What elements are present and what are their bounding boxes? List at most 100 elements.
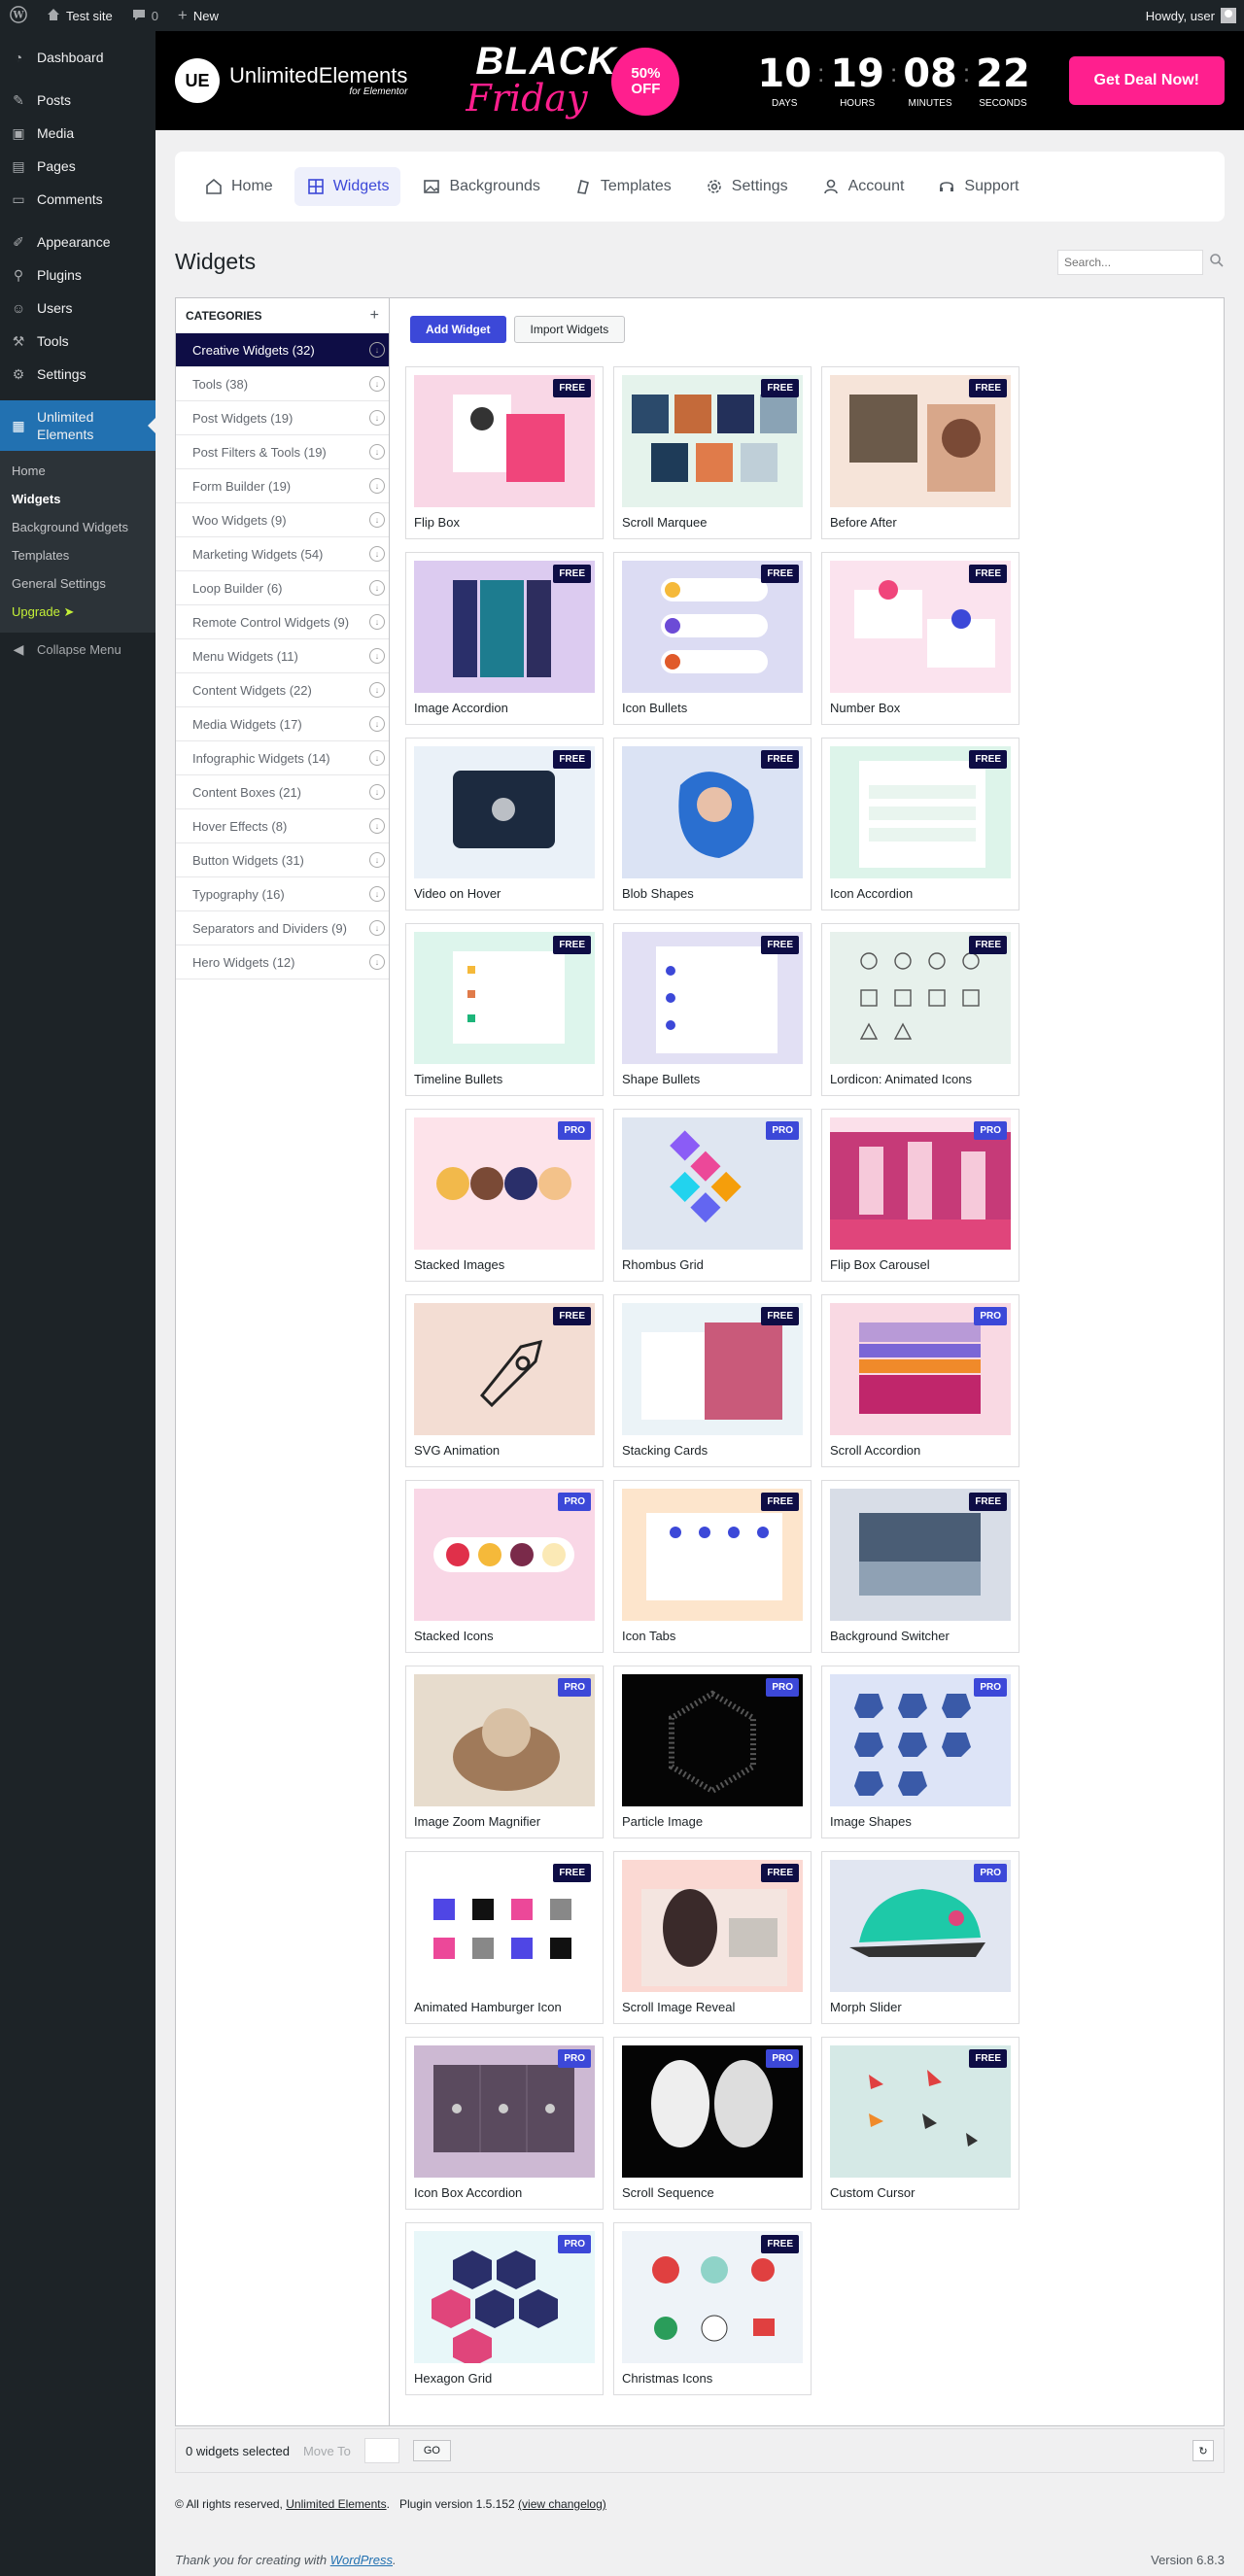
download-icon[interactable]: ↓ <box>369 376 385 392</box>
menu-users[interactable]: ☺ Users <box>0 292 156 325</box>
download-icon[interactable]: ↓ <box>369 954 385 970</box>
category-item[interactable]: Tools (38) ↓ <box>176 367 389 401</box>
category-item[interactable]: Menu Widgets (11) ↓ <box>176 639 389 673</box>
widget-card[interactable]: FREE Number Box <box>821 552 1019 725</box>
download-icon[interactable]: ↓ <box>369 512 385 528</box>
download-icon[interactable]: ↓ <box>369 410 385 426</box>
category-item[interactable]: Remote Control Widgets (9) ↓ <box>176 605 389 639</box>
nav-support[interactable]: Support <box>925 167 1030 206</box>
search-input[interactable] <box>1057 249 1203 275</box>
download-icon[interactable]: ↓ <box>369 818 385 834</box>
submenu-upgrade[interactable]: Upgrade ➤ <box>0 598 156 627</box>
widget-card[interactable]: PRO Scroll Accordion <box>821 1294 1019 1467</box>
category-item[interactable]: Infographic Widgets (14) ↓ <box>176 741 389 775</box>
menu-unlimited-elements[interactable]: ▦ Unlimited Elements <box>0 400 156 451</box>
import-widgets-button[interactable]: Import Widgets <box>513 316 626 343</box>
submenu-templates[interactable]: Templates <box>0 541 156 569</box>
widget-card[interactable]: PRO Particle Image <box>613 1666 812 1838</box>
widget-card[interactable]: PRO Morph Slider <box>821 1851 1019 2024</box>
download-icon[interactable]: ↓ <box>369 614 385 630</box>
category-item[interactable]: Content Boxes (21) ↓ <box>176 775 389 809</box>
download-icon[interactable]: ↓ <box>369 580 385 596</box>
category-item[interactable]: Marketing Widgets (54) ↓ <box>176 537 389 571</box>
widget-card[interactable]: PRO Image Zoom Magnifier <box>405 1666 604 1838</box>
widget-card[interactable]: PRO Stacked Icons <box>405 1480 604 1653</box>
download-icon[interactable]: ↓ <box>369 682 385 698</box>
widget-card[interactable]: PRO Hexagon Grid <box>405 2222 604 2395</box>
category-item[interactable]: Form Builder (19) ↓ <box>176 469 389 503</box>
menu-comments[interactable]: ▭ Comments <box>0 183 156 216</box>
download-icon[interactable]: ↓ <box>369 784 385 800</box>
widget-card[interactable]: FREE Background Switcher <box>821 1480 1019 1653</box>
nav-home[interactable]: Home <box>192 167 285 206</box>
my-account-menu[interactable]: Howdy, user <box>1136 0 1244 31</box>
collapse-menu-button[interactable]: ◀ Collapse Menu <box>0 633 156 666</box>
widget-card[interactable]: PRO Flip Box Carousel <box>821 1109 1019 1282</box>
menu-dashboard[interactable]: ◔ Dashboard <box>0 41 156 74</box>
nav-widgets[interactable]: Widgets <box>294 167 401 206</box>
download-icon[interactable]: ↓ <box>369 852 385 868</box>
refresh-icon[interactable]: ↻ <box>1192 2440 1214 2461</box>
nav-templates[interactable]: Templates <box>562 167 683 206</box>
download-icon[interactable]: ↓ <box>369 886 385 902</box>
add-category-icon[interactable]: + <box>370 307 379 325</box>
category-item[interactable]: Separators and Dividers (9) ↓ <box>176 911 389 945</box>
download-icon[interactable]: ↓ <box>369 546 385 562</box>
widget-card[interactable]: FREE Custom Cursor <box>821 2037 1019 2210</box>
download-icon[interactable]: ↓ <box>369 716 385 732</box>
site-name-menu[interactable]: Test site <box>37 0 122 31</box>
widget-card[interactable]: FREE Christmas Icons <box>613 2222 812 2395</box>
move-to-select[interactable] <box>363 2438 399 2463</box>
add-widget-button[interactable]: Add Widget <box>410 316 506 343</box>
submenu-background-widgets[interactable]: Background Widgets <box>0 513 156 541</box>
category-item[interactable]: Post Filters & Tools (19) ↓ <box>176 435 389 469</box>
widget-card[interactable]: FREE Video on Hover <box>405 738 604 910</box>
widget-card[interactable]: FREE Animated Hamburger Icon <box>405 1851 604 2024</box>
category-item[interactable]: Hover Effects (8) ↓ <box>176 809 389 843</box>
download-icon[interactable]: ↓ <box>369 920 385 936</box>
category-item[interactable]: Woo Widgets (9) ↓ <box>176 503 389 537</box>
download-icon[interactable]: ↓ <box>369 342 385 358</box>
widget-card[interactable]: FREE Scroll Marquee <box>613 366 812 539</box>
menu-tools[interactable]: ⚒ Tools <box>0 325 156 358</box>
search-icon[interactable] <box>1209 253 1225 271</box>
widget-card[interactable]: FREE Flip Box <box>405 366 604 539</box>
go-button[interactable]: GO <box>412 2440 451 2461</box>
widget-card[interactable]: FREE Stacking Cards <box>613 1294 812 1467</box>
widget-card[interactable]: FREE Icon Bullets <box>613 552 812 725</box>
widget-card[interactable]: FREE Scroll Image Reveal <box>613 1851 812 2024</box>
nav-settings[interactable]: Settings <box>693 167 800 206</box>
category-item[interactable]: Media Widgets (17) ↓ <box>176 707 389 741</box>
nav-account[interactable]: Account <box>810 167 916 206</box>
comments-menu[interactable]: 0 <box>122 0 168 31</box>
widget-card[interactable]: PRO Rhombus Grid <box>613 1109 812 1282</box>
category-item[interactable]: Creative Widgets (32) ↓ <box>176 333 389 367</box>
widget-card[interactable]: FREE Icon Accordion <box>821 738 1019 910</box>
download-icon[interactable]: ↓ <box>369 444 385 460</box>
get-deal-button[interactable]: Get Deal Now! <box>1068 56 1225 105</box>
company-link[interactable]: Unlimited Elements <box>286 2497 386 2511</box>
widget-card[interactable]: PRO Image Shapes <box>821 1666 1019 1838</box>
widget-card[interactable]: FREE Icon Tabs <box>613 1480 812 1653</box>
submenu-general-settings[interactable]: General Settings <box>0 569 156 598</box>
widget-card[interactable]: PRO Scroll Sequence <box>613 2037 812 2210</box>
widget-card[interactable]: FREE Lordicon: Animated Icons <box>821 923 1019 1096</box>
widget-card[interactable]: FREE Timeline Bullets <box>405 923 604 1096</box>
category-item[interactable]: Typography (16) ↓ <box>176 877 389 911</box>
menu-posts[interactable]: ✎ Posts <box>0 84 156 117</box>
changelog-link[interactable]: (view changelog) <box>518 2497 606 2511</box>
nav-backgrounds[interactable]: Backgrounds <box>410 167 551 206</box>
submenu-home[interactable]: Home <box>0 457 156 485</box>
widget-card[interactable]: FREE Shape Bullets <box>613 923 812 1096</box>
category-item[interactable]: Post Widgets (19) ↓ <box>176 401 389 435</box>
category-item[interactable]: Loop Builder (6) ↓ <box>176 571 389 605</box>
widget-card[interactable]: FREE Image Accordion <box>405 552 604 725</box>
widget-card[interactable]: FREE Blob Shapes <box>613 738 812 910</box>
widget-card[interactable]: PRO Stacked Images <box>405 1109 604 1282</box>
menu-settings[interactable]: ⚙ Settings <box>0 358 156 391</box>
category-item[interactable]: Hero Widgets (12) ↓ <box>176 945 389 979</box>
category-item[interactable]: Content Widgets (22) ↓ <box>176 673 389 707</box>
wordpress-logo-menu[interactable]: W <box>0 0 37 31</box>
download-icon[interactable]: ↓ <box>369 478 385 494</box>
menu-media[interactable]: ▣ Media <box>0 117 156 150</box>
